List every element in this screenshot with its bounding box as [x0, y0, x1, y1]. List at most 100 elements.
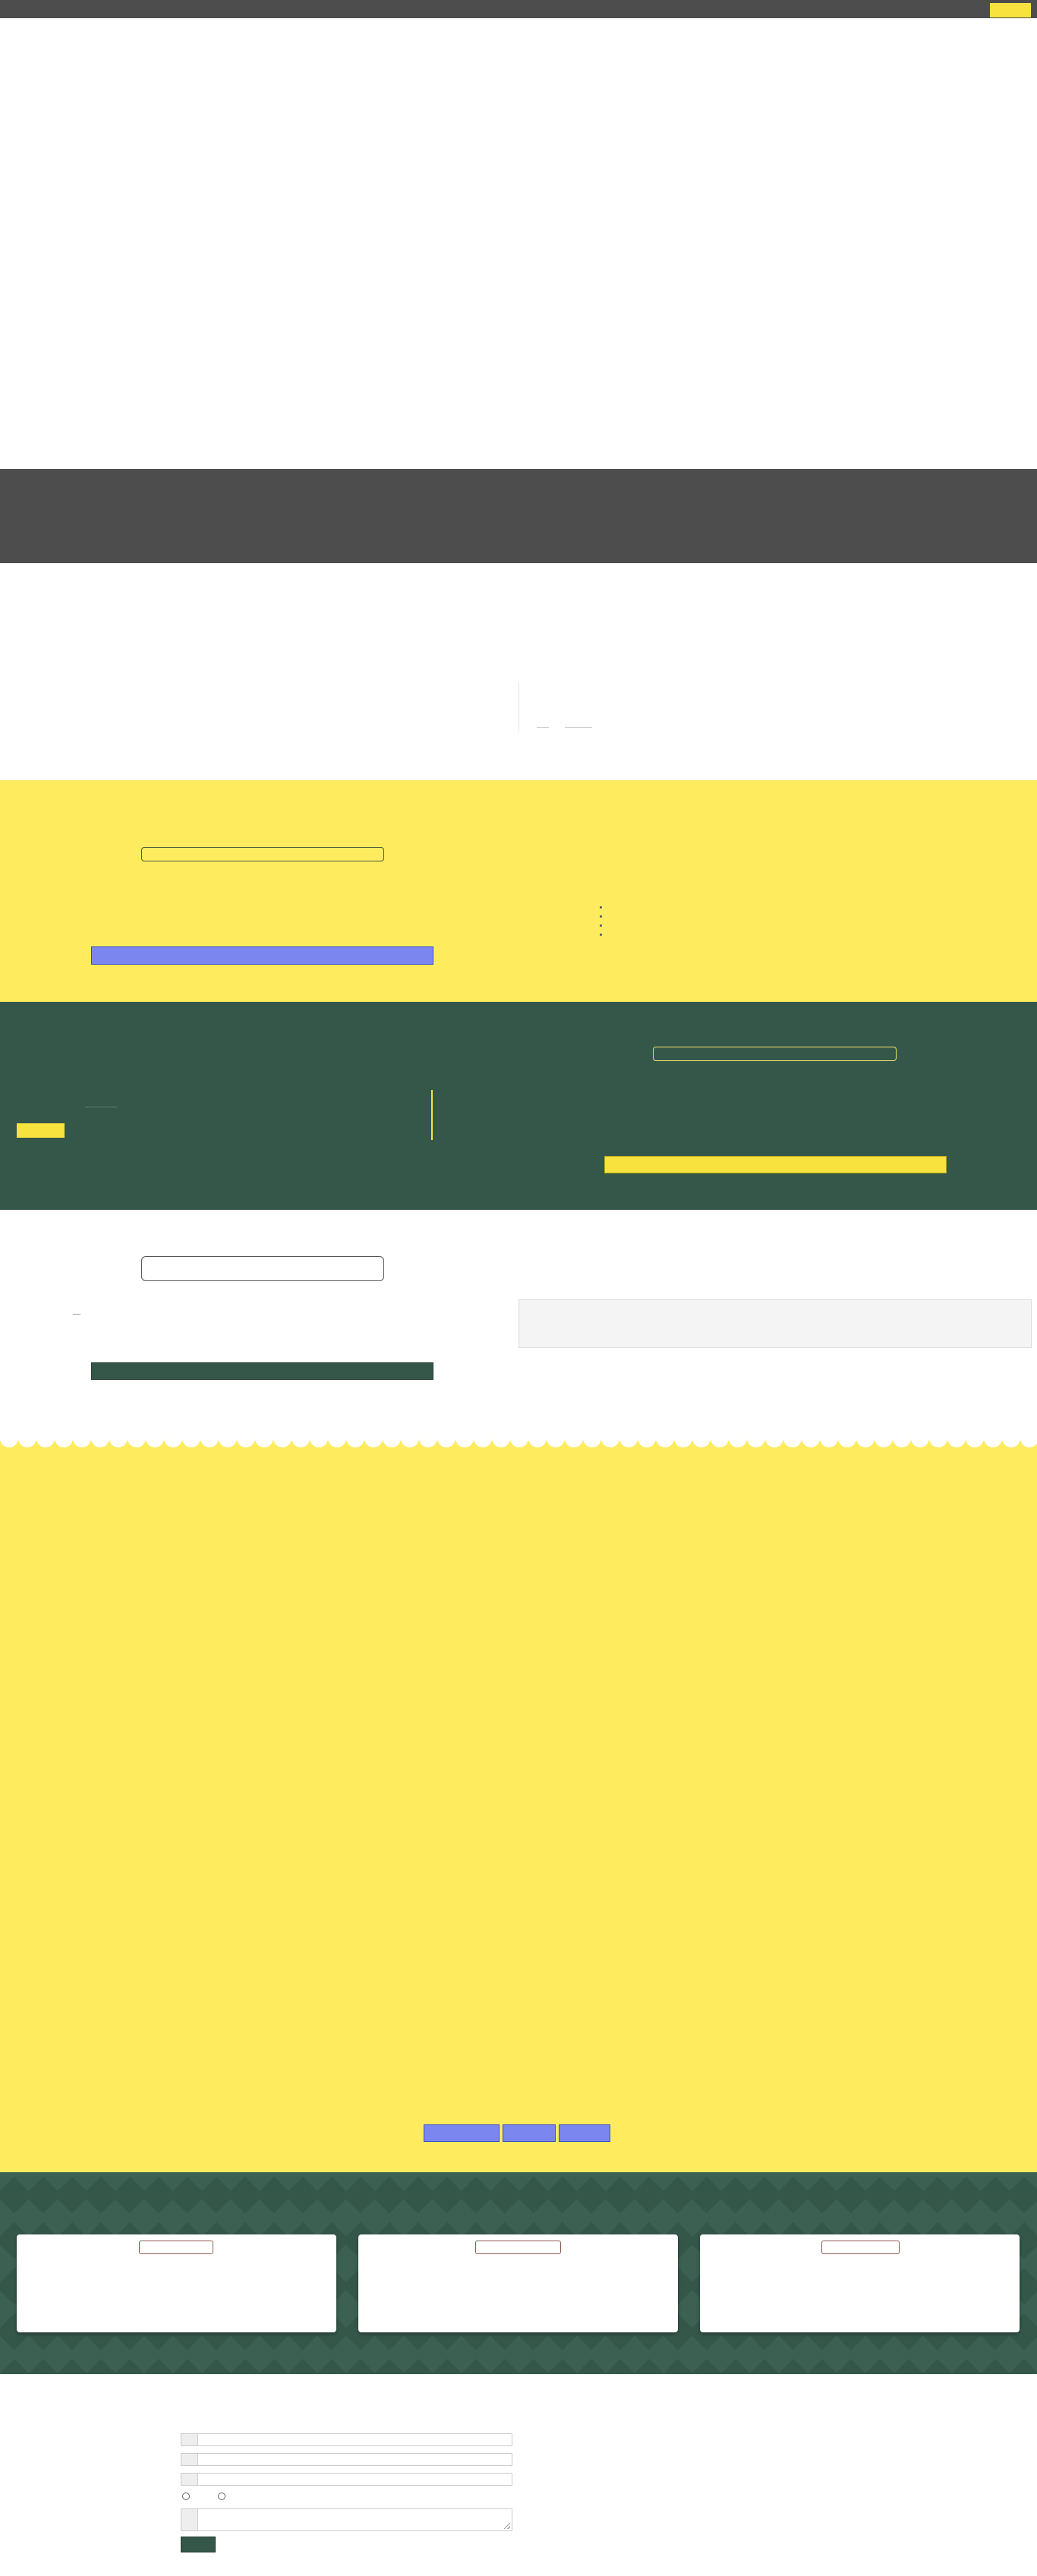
hero-section [0, 18, 1037, 469]
form-field-3[interactable] [181, 2473, 512, 2486]
card[interactable] [358, 2234, 678, 2332]
scallop-shape [838, 1438, 856, 1447]
green-section-tag [17, 1123, 65, 1138]
white-section-button[interactable] [91, 1362, 433, 1380]
scallop-shape [856, 1438, 875, 1447]
green-section-input[interactable] [653, 1047, 897, 1061]
radio-option-2[interactable] [218, 2493, 225, 2500]
card-tag [475, 2241, 561, 2254]
contact-form-section [0, 2374, 1037, 2576]
scallop-shape [0, 1438, 18, 1447]
scallop-shape [200, 1438, 219, 1447]
pagination-button[interactable] [503, 2124, 556, 2142]
scallop-shape [619, 1438, 638, 1447]
scallop-shape [364, 1438, 383, 1447]
pagination-button[interactable] [424, 2124, 500, 2142]
white-section-input[interactable] [141, 1256, 384, 1281]
scallop-shape [911, 1438, 929, 1447]
scallop-shape [875, 1438, 893, 1447]
scallop-shape [1002, 1438, 1020, 1447]
yellow-section-button[interactable] [91, 946, 433, 965]
green-section-divider [431, 1090, 433, 1140]
submit-button[interactable] [181, 2537, 216, 2552]
scallop-shape [255, 1438, 273, 1447]
intro-link-underline[interactable] [565, 727, 592, 728]
scallop-shape [273, 1438, 292, 1447]
yellow-section-input[interactable] [141, 847, 384, 861]
resize-grip-icon[interactable] [504, 2523, 510, 2529]
scallop-shape [36, 1438, 55, 1447]
bullet-dot [600, 915, 602, 918]
scallop-shape [55, 1438, 73, 1447]
field-addon-icon [181, 2509, 198, 2530]
card[interactable] [700, 2234, 1020, 2332]
scallop-shape [328, 1438, 346, 1447]
field-addon-icon [181, 2474, 198, 2485]
pagination-button[interactable] [559, 2124, 610, 2142]
scallop-shape [929, 1438, 947, 1447]
scallop-shape [692, 1438, 711, 1447]
message-textarea[interactable] [181, 2508, 512, 2531]
scallop-shape [528, 1438, 547, 1447]
form-field-1[interactable] [181, 2433, 512, 2446]
scallop-shape [292, 1438, 310, 1447]
scallop-shape [729, 1438, 747, 1447]
field-addon-icon [181, 2434, 198, 2445]
scallop-shape [711, 1438, 729, 1447]
scallop-shape [638, 1438, 656, 1447]
scallop-shape [310, 1438, 328, 1447]
scallop-shape [966, 1438, 984, 1447]
scallop-shape [346, 1438, 364, 1447]
scallop-shape [18, 1438, 36, 1447]
scallop-shape [984, 1438, 1002, 1447]
bullet-dot [600, 906, 602, 909]
scallop-shape [492, 1438, 510, 1447]
intro-section [0, 563, 1037, 780]
form-field-2[interactable] [181, 2453, 512, 2466]
scallop-shape [146, 1438, 164, 1447]
scallop-shape [219, 1438, 237, 1447]
bullet-dot [600, 924, 602, 927]
nav-cta-button[interactable] [990, 3, 1031, 17]
yellow-feature-section [0, 780, 1037, 1002]
scallop-shape [510, 1438, 528, 1447]
scallop-shape [820, 1438, 838, 1447]
scallop-shape [164, 1438, 182, 1447]
scallop-shape [783, 1438, 802, 1447]
field-addon-icon [181, 2454, 198, 2465]
scallop-shape [947, 1438, 966, 1447]
green-feature-section [0, 1002, 1037, 1210]
intro-link-underline[interactable] [537, 727, 549, 728]
scallop-shape [747, 1438, 765, 1447]
scallop-edge [0, 1438, 1037, 1447]
scallop-shape [1020, 1438, 1037, 1447]
scallop-shape [128, 1438, 146, 1447]
scallop-shape [383, 1438, 401, 1447]
scallop-shape [802, 1438, 820, 1447]
scallop-shape [91, 1438, 109, 1447]
scallop-shape [237, 1438, 255, 1447]
white-section-mark [73, 1314, 80, 1315]
scallop-shape [765, 1438, 783, 1447]
top-nav-bar [0, 0, 1037, 18]
scallop-shape [474, 1438, 492, 1447]
scallop-shape [437, 1438, 455, 1447]
card[interactable] [17, 2234, 336, 2332]
scallop-shape [656, 1438, 674, 1447]
dark-banner [0, 469, 1037, 563]
intro-divider [518, 683, 519, 732]
scallop-shape [674, 1438, 692, 1447]
scallop-shape [893, 1438, 911, 1447]
scallop-shape [455, 1438, 474, 1447]
card-tag [821, 2241, 900, 2254]
yellow-gallery-section [0, 1438, 1037, 2172]
green-section-button[interactable] [604, 1156, 947, 1173]
white-section-panel [518, 1299, 1032, 1348]
scallop-shape [565, 1438, 583, 1447]
scallop-shape [547, 1438, 565, 1447]
radio-option-1[interactable] [182, 2493, 190, 2500]
scallop-shape [583, 1438, 601, 1447]
scallop-shape [109, 1438, 128, 1447]
scallop-shape [419, 1438, 437, 1447]
scallop-shape [73, 1438, 91, 1447]
